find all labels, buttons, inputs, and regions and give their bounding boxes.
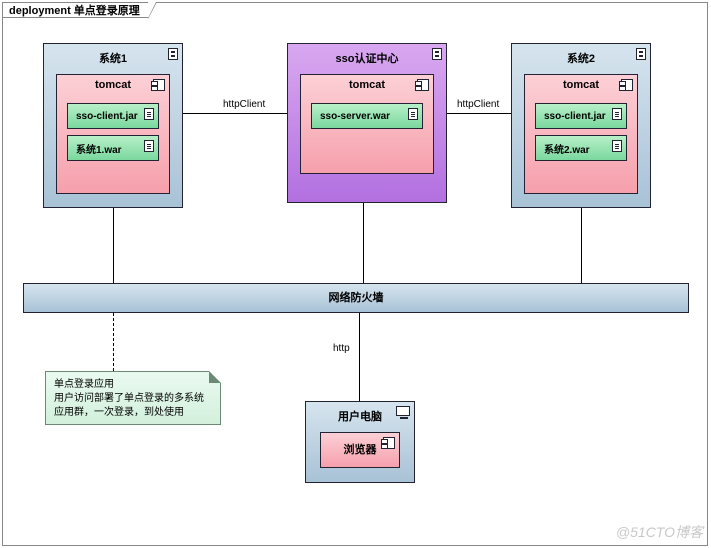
tomcat-label: tomcat (525, 77, 637, 93)
note-line2: 用户访问部署了单点登录的多系统应用群，一次登录，到处使用 (54, 392, 212, 420)
link-firewall-note (113, 313, 114, 371)
component-tomcat-sso: tomcat sso-server.war (300, 74, 434, 174)
document-icon (144, 140, 154, 152)
computer-icon (396, 406, 410, 416)
node-system1-title: 系统1 (44, 44, 182, 70)
node-sso-title: sso认证中心 (288, 44, 446, 70)
component-browser: 浏览器 (320, 432, 400, 468)
artifact-sso-server-war: sso-server.war (311, 103, 423, 129)
document-icon (408, 108, 418, 120)
artifact-label: sso-client.jar (76, 111, 138, 122)
artifact-sso-client-jar: sso-client.jar (67, 103, 159, 129)
node-icon (168, 48, 178, 60)
node-sso-center: sso认证中心 tomcat sso-server.war (287, 43, 447, 203)
link-sys2-firewall (581, 208, 582, 283)
link-firewall-userpc-label: http (333, 343, 350, 354)
component-tomcat-sys2: tomcat sso-client.jar 系统2.war (524, 74, 638, 194)
artifact-sso-client-jar-2: sso-client.jar (535, 103, 627, 129)
document-icon (612, 108, 622, 120)
artifact-label: sso-server.war (320, 111, 390, 122)
node-system2-title: 系统2 (512, 44, 650, 70)
watermark: @51CTO博客 (616, 522, 703, 542)
frame-title: deployment 单点登录原理 (2, 2, 149, 18)
note-line1: 单点登录应用 (54, 378, 212, 392)
link-sso-sys2-label: httpClient (457, 99, 499, 110)
component-icon (383, 437, 395, 449)
document-icon (612, 140, 622, 152)
artifact-label: sso-client.jar (544, 111, 606, 122)
link-sso-sys2 (447, 113, 511, 114)
node-system1: 系统1 tomcat sso-client.jar 系统1.war (43, 43, 183, 208)
link-sys1-sso-label: httpClient (223, 99, 265, 110)
node-system2: 系统2 tomcat sso-client.jar 系统2.war (511, 43, 651, 208)
node-user-pc: 用户电脑 浏览器 (305, 401, 415, 483)
tomcat-label: tomcat (57, 77, 169, 93)
tomcat-label: tomcat (301, 77, 433, 93)
deployment-frame: deployment 单点登录原理 httpClient httpClient … (2, 2, 708, 546)
firewall-label: 网络防火墙 (329, 292, 384, 304)
document-icon (144, 108, 154, 120)
node-icon (636, 48, 646, 60)
link-sys1-sso (183, 113, 287, 114)
link-sys1-firewall (113, 208, 114, 283)
node-icon (432, 48, 442, 60)
artifact-label: 系统2.war (544, 141, 590, 156)
node-firewall: 网络防火墙 (23, 283, 689, 313)
artifact-label: 系统1.war (76, 141, 122, 156)
link-firewall-userpc (359, 313, 360, 401)
link-sso-firewall (363, 203, 364, 283)
artifact-system2-war: 系统2.war (535, 135, 627, 161)
note-sso-description: 单点登录应用 用户访问部署了单点登录的多系统应用群，一次登录，到处使用 (45, 371, 221, 425)
note-fold-icon (209, 372, 220, 383)
artifact-system1-war: 系统1.war (67, 135, 159, 161)
component-tomcat-sys1: tomcat sso-client.jar 系统1.war (56, 74, 170, 194)
browser-label: 浏览器 (344, 444, 377, 456)
